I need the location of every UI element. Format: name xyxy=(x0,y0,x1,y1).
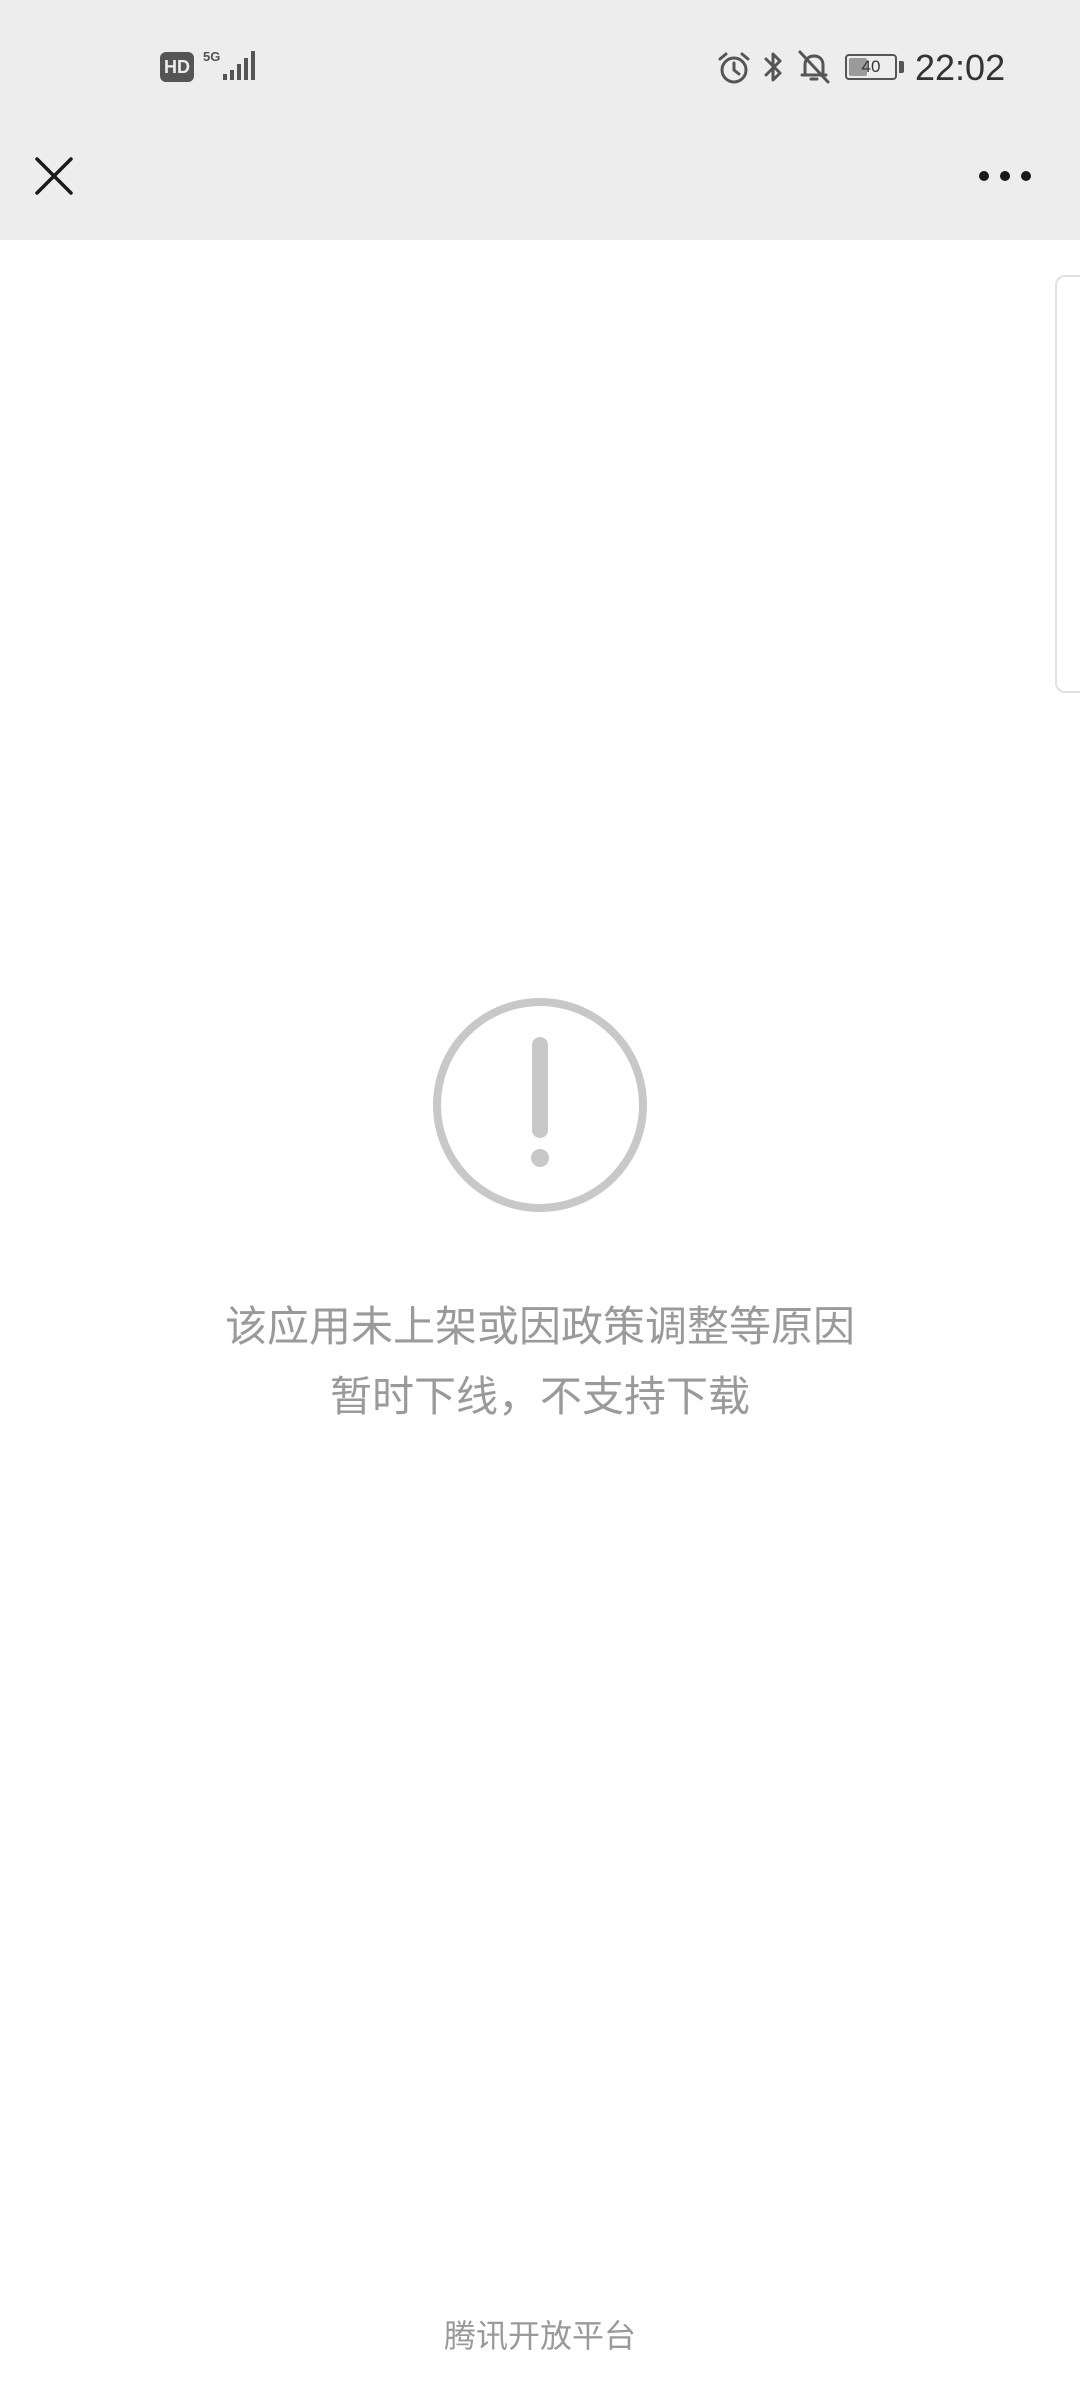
close-icon xyxy=(35,157,73,195)
more-options-icon xyxy=(979,171,1031,181)
message-line-2: 暂时下线，不支持下载 xyxy=(329,1372,750,1421)
bell-off-icon xyxy=(798,50,830,84)
top-bar: HD 5G 40 22:02 xyxy=(0,0,1080,240)
network-type-label: 5G xyxy=(203,49,221,64)
status-bar: HD 5G 40 22:02 xyxy=(0,0,1080,135)
battery-level: 40 xyxy=(861,57,881,76)
alarm-icon xyxy=(718,52,750,84)
status-clock: 22:02 xyxy=(915,47,1006,88)
side-panel-handle[interactable] xyxy=(1055,275,1080,693)
more-options-button[interactable] xyxy=(965,150,1045,202)
close-button[interactable] xyxy=(18,135,90,217)
battery-icon: 40 xyxy=(845,54,897,80)
exclamation-circle-icon xyxy=(433,998,647,1212)
footer-brand-text: 腾讯开放平台 xyxy=(443,2317,636,2355)
hd-badge: HD xyxy=(160,52,194,82)
signal-icon xyxy=(223,51,255,80)
unavailable-message: 该应用未上架或因政策调整等原因 暂时下线，不支持下载 xyxy=(140,1292,940,1432)
battery-tip xyxy=(899,61,904,73)
bluetooth-icon xyxy=(764,52,782,82)
message-line-1: 该应用未上架或因政策调整等原因 xyxy=(224,1302,855,1351)
